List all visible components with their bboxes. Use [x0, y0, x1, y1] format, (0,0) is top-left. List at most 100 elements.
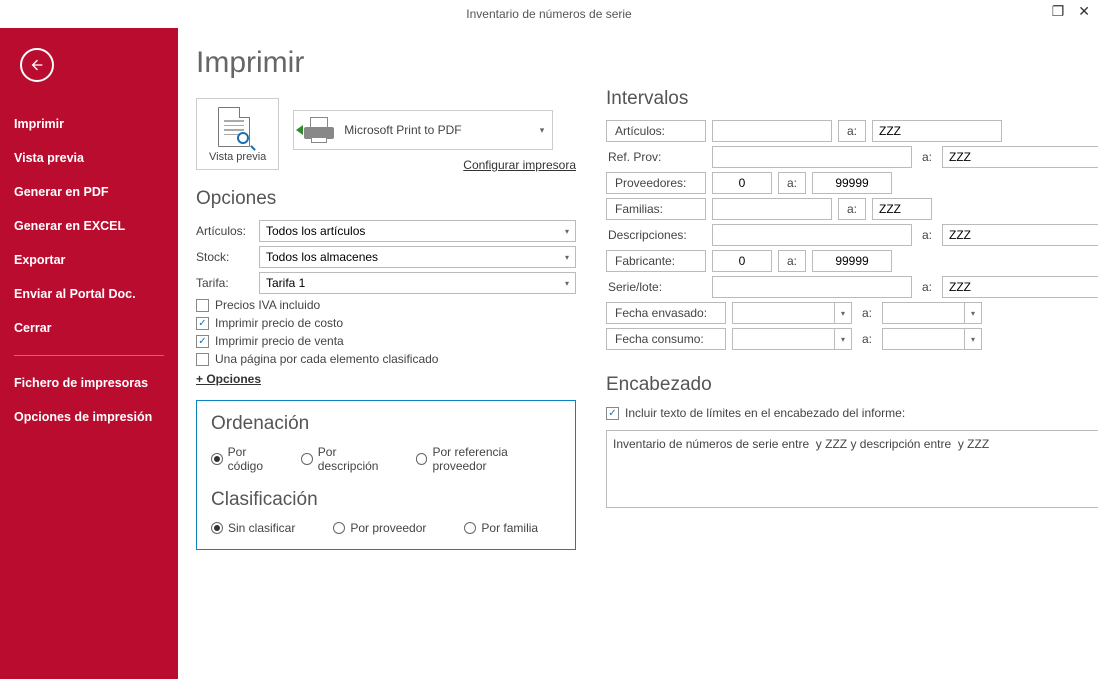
classification-heading: Clasificación [211, 489, 561, 511]
interval-date-label: Fecha envasado: [606, 302, 726, 324]
tarifa-label: Tarifa: [196, 276, 259, 290]
venta-checkbox[interactable]: ✓ [196, 335, 209, 348]
chevron-down-icon: ▾ [964, 303, 975, 323]
header-heading: Encabezado [606, 374, 1098, 396]
chevron-down-icon: ▾ [964, 329, 975, 349]
interval-a-label: a: [918, 280, 936, 294]
preview-label: Vista previa [209, 151, 266, 163]
interval-to-input[interactable] [942, 276, 1098, 298]
stock-label: Stock: [196, 250, 259, 264]
chevron-down-icon: ▾ [834, 303, 845, 323]
chevron-down-icon: ▾ [565, 279, 569, 288]
sidebar-item-enviar-portal[interactable]: Enviar al Portal Doc. [0, 277, 178, 311]
stock-select[interactable]: Todos los almacenes▾ [259, 246, 576, 268]
preview-button[interactable]: Vista previa [196, 98, 279, 170]
header-include-checkbox[interactable]: ✓ [606, 407, 619, 420]
interval-label: Ref. Prov: [606, 150, 706, 164]
ordering-heading: Ordenación [211, 413, 561, 435]
interval-from-input[interactable] [712, 172, 772, 194]
sidebar: Imprimir Vista previa Generar en PDF Gen… [0, 28, 178, 679]
interval-label: Proveedores: [606, 172, 706, 194]
sidebar-item-generar-pdf[interactable]: Generar en PDF [0, 175, 178, 209]
interval-label: Fabricante: [606, 250, 706, 272]
chevron-down-icon: ▾ [834, 329, 845, 349]
interval-label: Descripciones: [606, 228, 706, 242]
document-icon [218, 107, 250, 147]
interval-date-label: Fecha consumo: [606, 328, 726, 350]
interval-to-input[interactable] [872, 198, 932, 220]
date-from-select[interactable]: ▾ [732, 302, 852, 324]
interval-a-label: a: [838, 198, 866, 220]
articulos-select[interactable]: Todos los artículos▾ [259, 220, 576, 242]
interval-from-input[interactable] [712, 198, 832, 220]
close-icon[interactable]: ✕ [1078, 4, 1090, 18]
printer-select[interactable]: Microsoft Print to PDF ▾ [293, 110, 553, 150]
title-bar: Inventario de números de serie ❐ ✕ [0, 0, 1098, 28]
magnifier-icon [237, 132, 255, 150]
interval-to-input[interactable] [812, 172, 892, 194]
interval-label: Familias: [606, 198, 706, 220]
interval-a-label: a: [918, 228, 936, 242]
interval-row: Artículos:a: [606, 120, 1098, 142]
interval-from-input[interactable] [712, 250, 772, 272]
chevron-down-icon: ▾ [540, 125, 545, 136]
order-por-codigo[interactable]: Por código [211, 445, 283, 473]
sidebar-item-opciones-impresion[interactable]: Opciones de impresión [0, 400, 178, 434]
configure-printer-link[interactable]: Configurar impresora [293, 158, 576, 172]
interval-label: Serie/lote: [606, 280, 706, 294]
interval-from-input[interactable] [712, 120, 832, 142]
pagina-checkbox[interactable] [196, 353, 209, 366]
ordering-box: Ordenación Por código Por descripción Po… [196, 400, 576, 550]
main-content: Imprimir Vista previa Microsoft Print to… [178, 28, 1098, 679]
class-por-familia[interactable]: Por familia [464, 521, 538, 535]
venta-label: Imprimir precio de venta [215, 334, 344, 348]
chevron-down-icon: ▾ [565, 227, 569, 236]
date-to-select[interactable]: ▾ [882, 328, 982, 350]
sidebar-item-exportar[interactable]: Exportar [0, 243, 178, 277]
interval-to-input[interactable] [872, 120, 1002, 142]
pagina-label: Una página por cada elemento clasificado [215, 352, 438, 366]
order-por-descripcion[interactable]: Por descripción [301, 445, 398, 473]
interval-from-input[interactable] [712, 224, 912, 246]
interval-to-input[interactable] [942, 146, 1098, 168]
iva-checkbox[interactable] [196, 299, 209, 312]
header-include-label: Incluir texto de límites en el encabezad… [625, 406, 905, 420]
date-from-select[interactable]: ▾ [732, 328, 852, 350]
sidebar-item-cerrar[interactable]: Cerrar [0, 311, 178, 345]
options-heading: Opciones [196, 188, 576, 210]
back-button[interactable] [20, 48, 54, 82]
interval-from-input[interactable] [712, 146, 912, 168]
interval-date-row: Fecha envasado: ▾ a: ▾ [606, 302, 1098, 324]
interval-row: Ref. Prov: a: [606, 146, 1098, 168]
interval-from-input[interactable] [712, 276, 912, 298]
sidebar-item-imprimir[interactable]: Imprimir [0, 107, 178, 141]
interval-row: Fabricante:a: [606, 250, 1098, 272]
chevron-down-icon: ▾ [565, 253, 569, 262]
more-options-link[interactable]: + Opciones [196, 372, 576, 386]
order-por-referencia[interactable]: Por referencia proveedor [416, 445, 561, 473]
interval-a-label: a: [918, 150, 936, 164]
class-sin-clasificar[interactable]: Sin clasificar [211, 521, 295, 535]
date-to-select[interactable]: ▾ [882, 302, 982, 324]
articulos-label: Artículos: [196, 224, 259, 238]
tarifa-select[interactable]: Tarifa 1▾ [259, 272, 576, 294]
sidebar-item-vista-previa[interactable]: Vista previa [0, 141, 178, 175]
interval-label: Artículos: [606, 120, 706, 142]
interval-a-label: a: [778, 172, 806, 194]
page-title: Imprimir [196, 46, 576, 80]
header-textarea[interactable] [606, 430, 1098, 508]
interval-row: Serie/lote: a: [606, 276, 1098, 298]
interval-to-input[interactable] [812, 250, 892, 272]
costo-checkbox[interactable]: ✓ [196, 317, 209, 330]
interval-row: Proveedores: a: [606, 172, 1098, 194]
printer-name: Microsoft Print to PDF [344, 123, 461, 137]
interval-a-label: a: [858, 306, 876, 320]
sidebar-item-generar-excel[interactable]: Generar en EXCEL [0, 209, 178, 243]
maximize-icon[interactable]: ❐ [1052, 4, 1065, 18]
interval-to-input[interactable] [942, 224, 1098, 246]
interval-date-row: Fecha consumo:▾a:▾ [606, 328, 1098, 350]
class-por-proveedor[interactable]: Por proveedor [333, 521, 426, 535]
sidebar-item-fichero-impresoras[interactable]: Fichero de impresoras [0, 366, 178, 400]
interval-row: Familias: a: [606, 198, 1098, 220]
sidebar-separator [14, 355, 164, 356]
